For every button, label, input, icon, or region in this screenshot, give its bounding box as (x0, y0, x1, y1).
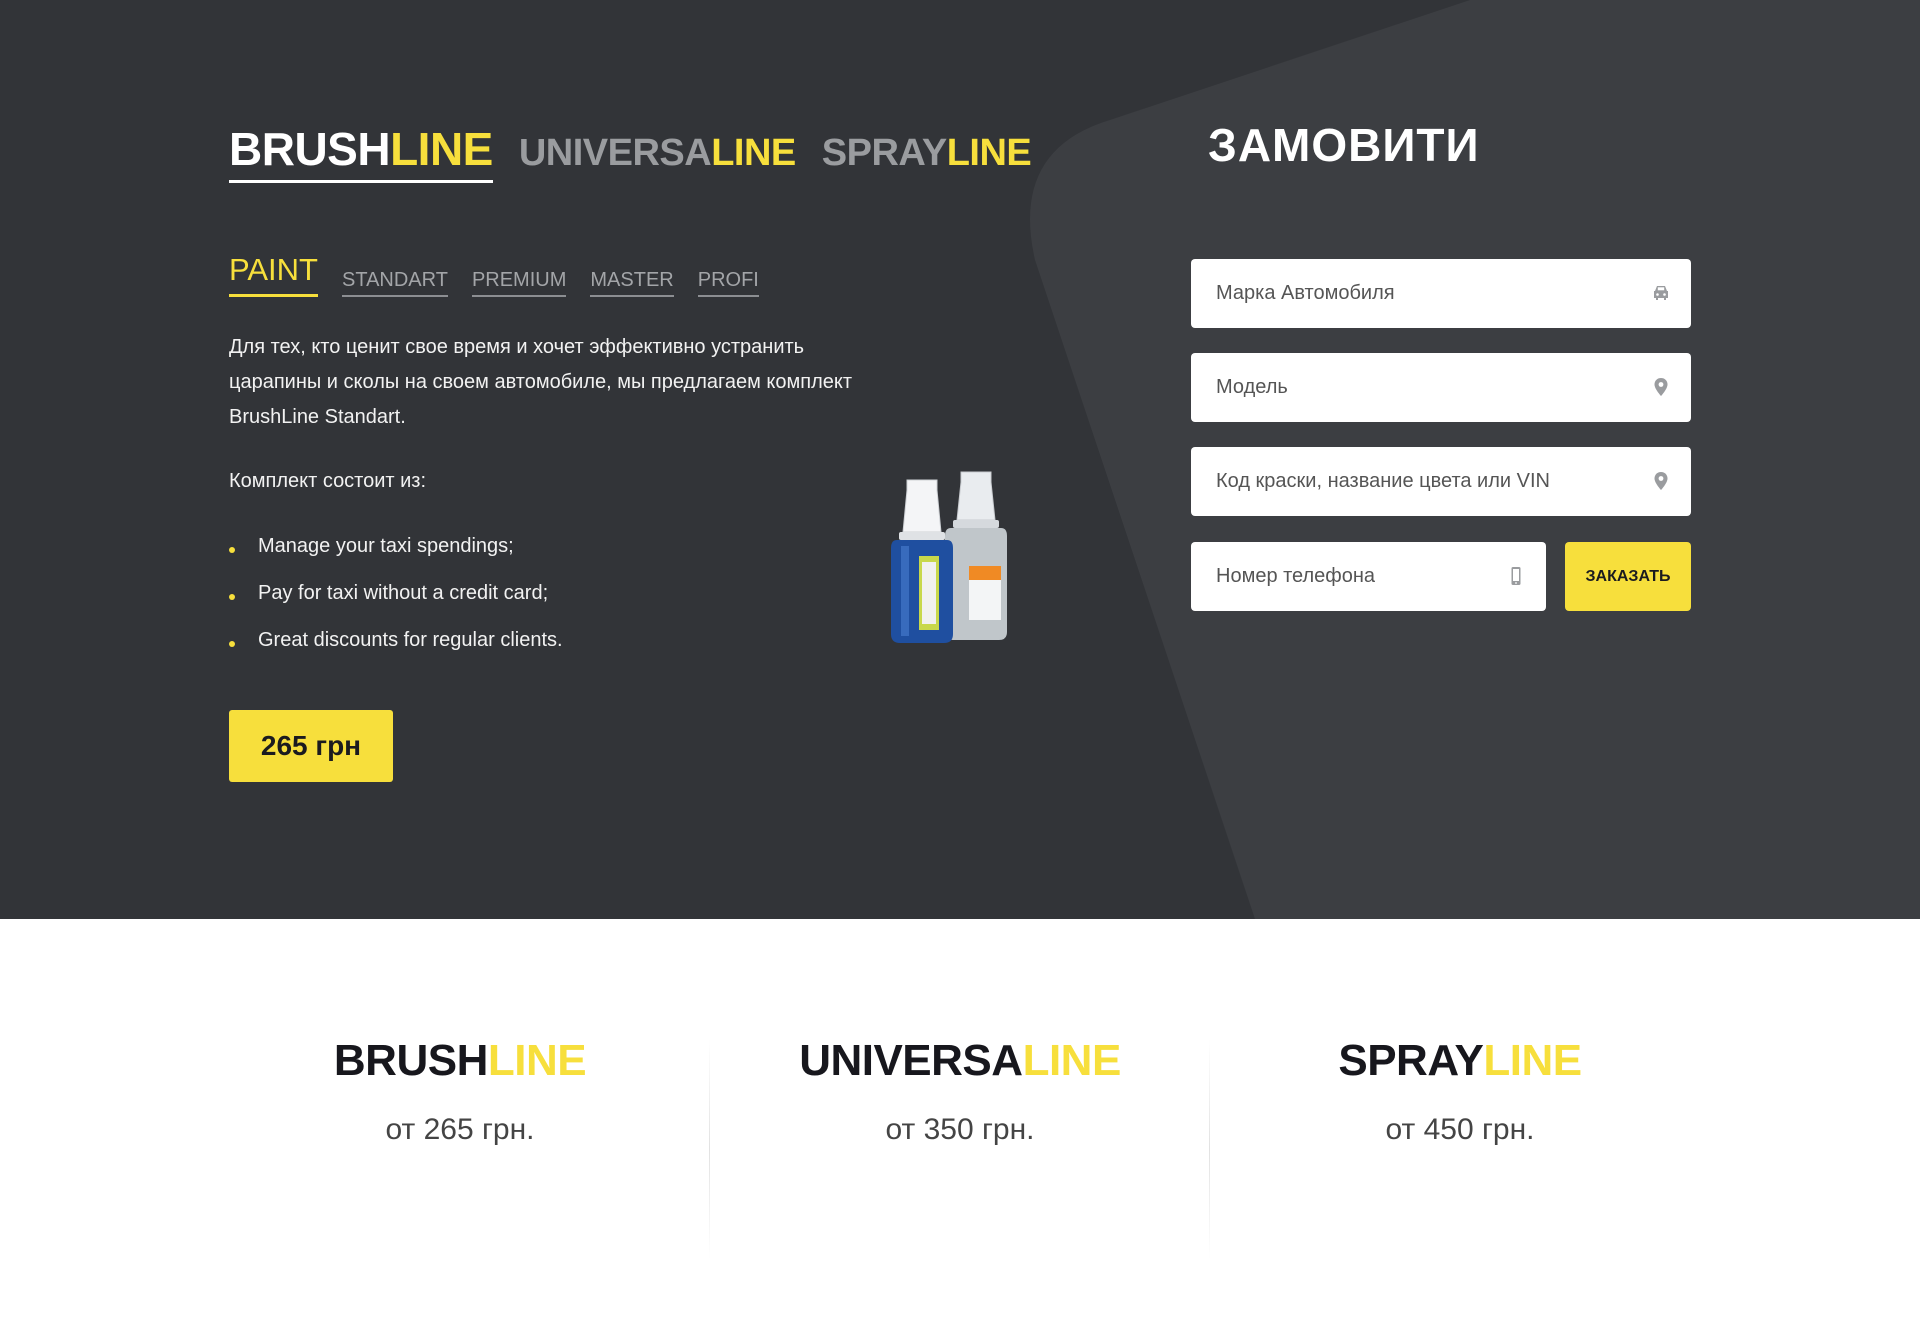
map-pin-icon (1654, 378, 1668, 396)
product-description: Для тех, кто ценит свое время и хочет эф… (229, 336, 853, 428)
line-card-title: BRUSHLINE (333, 1036, 587, 1085)
line-card-price: от 450 грн. (1385, 1113, 1535, 1146)
tab-sprayline[interactable]: SPRAYLINE (822, 134, 1032, 183)
tab-standart[interactable]: STANDART (342, 269, 448, 297)
line-card-title: SPRAYLINE (1338, 1036, 1582, 1085)
phone-input[interactable] (1191, 542, 1546, 611)
paint-code-input[interactable] (1191, 447, 1691, 516)
tab-profi[interactable]: PROFI (697, 269, 759, 297)
car-brand-field (1191, 259, 1691, 328)
tab-premium[interactable]: PREMIUM (471, 269, 567, 297)
kit-contents-list: Manage your taxi spendings; Pay for taxi… (229, 530, 563, 671)
phone-field (1191, 542, 1546, 611)
model-field (1191, 353, 1691, 422)
car-icon (1654, 286, 1668, 300)
list-item: Pay for taxi without a credit card; (229, 577, 563, 624)
paint-code-field (1191, 447, 1691, 516)
kit-sub-tabs: PAINT STANDART PREMIUM MASTER PROFI (229, 252, 783, 297)
map-pin-icon (1654, 472, 1668, 490)
tab-universaline[interactable]: UNIVERSALINE (519, 134, 796, 183)
hero-section: BRUSHLINE UNIVERSALINE SPRAYLINE PAINT S… (0, 0, 1920, 919)
phone-icon (1511, 567, 1521, 585)
line-card-title: UNIVERSALINE (799, 1036, 1121, 1085)
paint-bottles-image (891, 471, 1007, 643)
product-line-tabs: BRUSHLINE UNIVERSALINE SPRAYLINE (229, 126, 1057, 183)
line-card-sprayline[interactable]: SPRAYLINE от 450 грн. (1210, 1039, 1710, 1147)
price-button[interactable]: 265 грн (229, 710, 393, 782)
line-card-price: от 265 грн. (385, 1113, 535, 1146)
order-submit-button[interactable]: ЗАКАЗАТЬ (1565, 542, 1691, 611)
line-card-universaline[interactable]: UNIVERSALINE от 350 грн. (710, 1039, 1210, 1147)
tab-paint[interactable]: PAINT (229, 252, 318, 297)
list-item: Manage your taxi spendings; (229, 530, 563, 577)
tab-master[interactable]: MASTER (590, 269, 674, 297)
car-brand-input[interactable] (1191, 259, 1691, 328)
model-input[interactable] (1191, 353, 1691, 422)
line-card-brushline[interactable]: BRUSHLINE от 265 грн. (210, 1039, 710, 1147)
order-title: ЗАМОВИТИ (1208, 119, 1480, 171)
tab-brushline[interactable]: BRUSHLINE (229, 126, 493, 183)
product-lines-section: BRUSHLINE от 265 грн. UNIVERSALINE от 35… (0, 919, 1920, 1340)
line-card-price: от 350 грн. (885, 1113, 1035, 1146)
list-item: Great discounts for regular clients. (229, 624, 563, 671)
kit-title: Комплект состоит из: (229, 470, 427, 492)
